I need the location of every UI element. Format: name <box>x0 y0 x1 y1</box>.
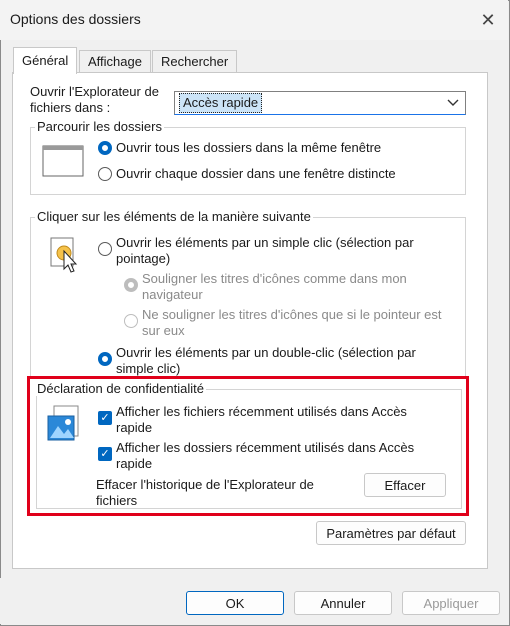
underline-always-label-line2: navigateur <box>142 287 203 302</box>
chevron-down-icon <box>447 94 459 113</box>
same-window-label: Ouvrir tous les dossiers dans la même fe… <box>116 140 382 155</box>
pointer-click-icon <box>50 237 80 276</box>
underline-hover-radio[interactable] <box>124 314 138 328</box>
tab-search[interactable]: Rechercher <box>152 50 238 73</box>
restore-defaults-button[interactable]: Paramètres par défaut <box>316 521 466 545</box>
underline-hover-label-line2: sur eux <box>142 323 185 338</box>
new-window-label: Ouvrir chaque dossier dans une fenêtre d… <box>116 166 396 181</box>
title-bar: Options des dossiers ✕ <box>0 0 508 40</box>
open-explorer-selected-value: Accès rapide <box>179 93 263 113</box>
double-click-label-line1: Ouvrir les éléments par un double-clic (… <box>116 345 416 360</box>
open-explorer-select[interactable]: Accès rapide <box>174 91 466 115</box>
window-title: Options des dossiers <box>10 11 141 27</box>
underline-hover-label-line1: Ne souligner les titres d'icônes que si … <box>142 307 442 322</box>
browse-folders-title: Parcourir les dossiers <box>35 119 164 134</box>
cancel-button[interactable]: Annuler <box>294 591 392 615</box>
tab-view[interactable]: Affichage <box>79 50 151 73</box>
new-window-radio[interactable] <box>98 167 112 181</box>
tab-general[interactable]: Général <box>13 47 78 74</box>
single-click-radio[interactable] <box>98 242 112 256</box>
click-items-title: Cliquer sur les éléments de la manière s… <box>35 209 313 224</box>
open-explorer-label-line1: Ouvrir l'Explorateur de <box>30 84 159 99</box>
double-click-radio[interactable] <box>98 352 112 366</box>
single-click-label-line2: pointage) <box>116 251 171 266</box>
apply-button[interactable]: Appliquer <box>402 591 500 615</box>
ok-button[interactable]: OK <box>186 591 284 615</box>
underline-always-radio[interactable] <box>124 278 138 292</box>
open-explorer-label-line2: fichiers dans : <box>30 100 111 115</box>
same-window-radio[interactable] <box>98 141 112 155</box>
single-click-label-line1: Ouvrir les éléments par un simple clic (… <box>116 235 414 250</box>
privacy-highlight-box <box>27 376 469 516</box>
double-click-label-line2: simple clic) <box>116 361 181 376</box>
window-icon <box>42 144 84 181</box>
close-icon[interactable]: ✕ <box>474 6 502 34</box>
browse-folders-group <box>30 127 466 195</box>
underline-always-label-line1: Souligner les titres d'icônes comme dans… <box>142 271 407 286</box>
